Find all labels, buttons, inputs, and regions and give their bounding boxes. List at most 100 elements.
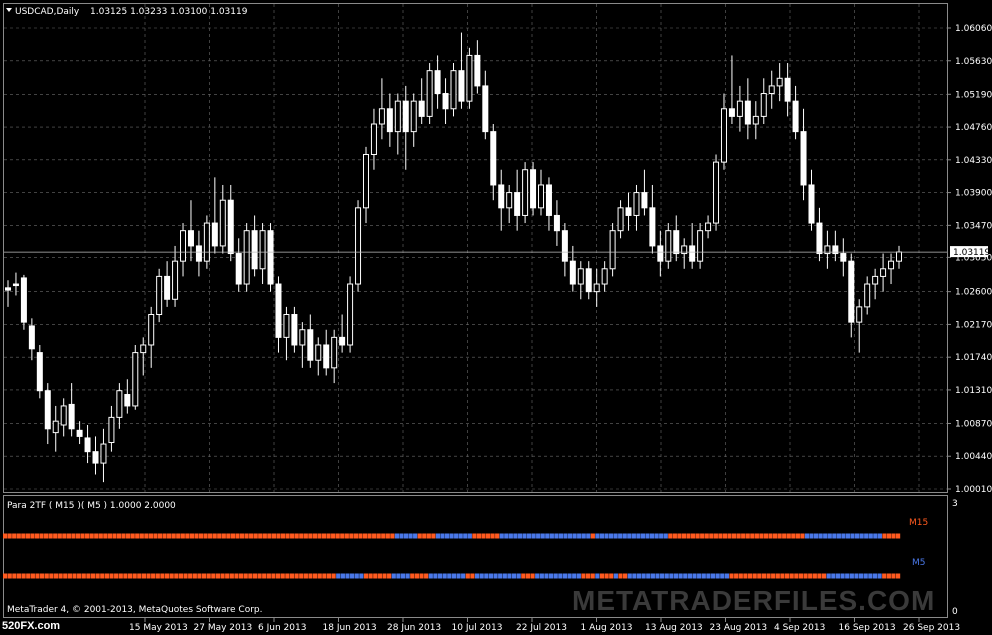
candle[interactable] <box>649 184 656 254</box>
candle[interactable] <box>267 223 274 292</box>
candle[interactable] <box>856 299 863 353</box>
candle[interactable] <box>522 162 529 224</box>
candle[interactable] <box>243 223 250 292</box>
menu-arrow-icon[interactable] <box>6 8 12 12</box>
candle[interactable] <box>824 230 831 269</box>
candle[interactable] <box>426 63 433 125</box>
candle[interactable] <box>140 337 147 376</box>
candle[interactable] <box>315 337 322 376</box>
candle[interactable] <box>506 184 513 224</box>
candle[interactable] <box>673 215 680 262</box>
candle[interactable] <box>840 238 847 277</box>
candle[interactable] <box>744 78 751 140</box>
candle[interactable] <box>816 207 823 262</box>
candle[interactable] <box>402 85 409 170</box>
candle[interactable] <box>195 230 202 277</box>
candle[interactable] <box>641 169 648 216</box>
candle[interactable] <box>291 306 298 353</box>
candle[interactable] <box>172 245 179 307</box>
candle[interactable] <box>538 169 545 216</box>
candle[interactable] <box>458 32 465 109</box>
candle[interactable] <box>585 261 592 300</box>
candle[interactable] <box>601 261 608 292</box>
candle[interactable] <box>275 276 282 353</box>
candle[interactable] <box>792 85 799 140</box>
candle[interactable] <box>689 223 696 269</box>
candle[interactable] <box>211 177 218 254</box>
candle[interactable] <box>569 245 576 292</box>
candle[interactable] <box>888 253 895 285</box>
candle[interactable] <box>370 108 377 170</box>
candle[interactable] <box>720 93 727 170</box>
candle[interactable] <box>434 55 441 109</box>
candle[interactable] <box>768 70 775 109</box>
candle[interactable] <box>339 314 346 353</box>
candle[interactable] <box>124 379 131 414</box>
candle[interactable] <box>251 215 258 277</box>
candle[interactable] <box>307 314 314 368</box>
candle[interactable] <box>5 280 11 307</box>
candle[interactable] <box>633 184 640 231</box>
candle[interactable] <box>760 78 767 125</box>
candle[interactable] <box>657 230 664 277</box>
candle[interactable] <box>450 63 457 117</box>
candle[interactable] <box>362 146 369 224</box>
candle[interactable] <box>784 63 791 117</box>
candle[interactable] <box>880 253 887 292</box>
candle[interactable] <box>697 223 704 269</box>
candle[interactable] <box>100 428 107 483</box>
candle[interactable] <box>132 344 139 410</box>
candle[interactable] <box>52 405 59 452</box>
candle[interactable] <box>665 223 672 269</box>
candle[interactable] <box>530 162 537 216</box>
candle[interactable] <box>752 101 759 140</box>
candle[interactable] <box>283 306 290 361</box>
candle[interactable] <box>323 329 330 376</box>
candle[interactable] <box>331 329 338 384</box>
candle[interactable] <box>498 169 505 231</box>
candle[interactable] <box>92 436 99 475</box>
candle[interactable] <box>60 398 67 437</box>
candle[interactable] <box>36 344 43 399</box>
candle[interactable] <box>625 192 632 231</box>
candle[interactable] <box>561 223 568 277</box>
candle[interactable] <box>681 238 688 269</box>
candle[interactable] <box>84 424 91 464</box>
candle[interactable] <box>800 108 807 201</box>
candle[interactable] <box>848 253 855 338</box>
candle[interactable] <box>474 40 481 94</box>
candle[interactable] <box>44 383 51 445</box>
candle[interactable] <box>490 124 497 201</box>
candle[interactable] <box>355 200 362 292</box>
candle[interactable] <box>410 93 417 147</box>
candle[interactable] <box>203 215 210 269</box>
candle[interactable] <box>728 55 735 125</box>
candle[interactable] <box>577 261 584 300</box>
candle[interactable] <box>148 306 155 368</box>
candle[interactable] <box>609 223 616 277</box>
candle[interactable] <box>514 169 521 231</box>
candle[interactable] <box>394 93 401 155</box>
candle[interactable] <box>227 184 234 262</box>
candle[interactable] <box>872 268 879 300</box>
candle[interactable] <box>20 274 27 330</box>
candle[interactable] <box>776 63 783 102</box>
candle[interactable] <box>76 421 83 445</box>
candle[interactable] <box>593 268 600 307</box>
candle[interactable] <box>108 405 115 452</box>
candle[interactable] <box>386 93 393 147</box>
candle[interactable] <box>378 78 385 140</box>
candle[interactable] <box>418 78 425 125</box>
candle[interactable] <box>864 276 871 315</box>
candle[interactable] <box>68 383 75 437</box>
candle[interactable] <box>299 322 306 368</box>
candle[interactable] <box>235 238 242 292</box>
candle[interactable] <box>617 200 624 239</box>
candle[interactable] <box>808 169 815 231</box>
candle[interactable] <box>164 261 171 307</box>
candle[interactable] <box>180 223 187 277</box>
candle[interactable] <box>832 230 839 262</box>
candle[interactable] <box>705 215 712 239</box>
candle[interactable] <box>12 272 19 296</box>
candle[interactable] <box>545 177 552 231</box>
